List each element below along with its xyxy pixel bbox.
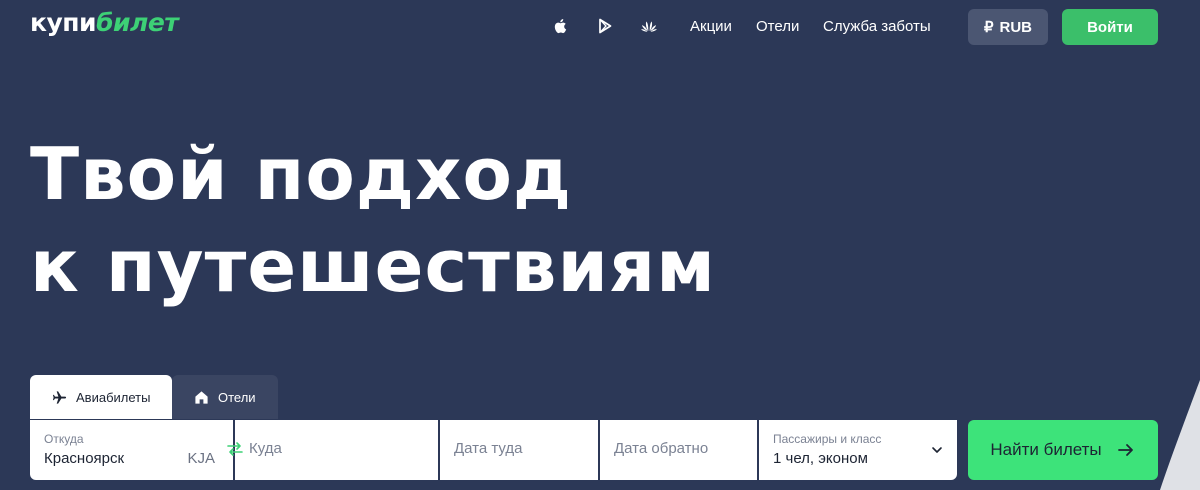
hero-title: Твой подход к путешествиям (30, 128, 716, 312)
from-field[interactable]: Откуда Красноярск KJA (30, 420, 233, 480)
huawei-icon[interactable] (639, 16, 659, 36)
airplane-icon (52, 390, 67, 405)
return-placeholder: Дата обратно (614, 440, 709, 457)
decorative-shape (1160, 380, 1200, 490)
search-button-label: Найти билеты (990, 440, 1102, 459)
from-airport-code: KJA (187, 450, 215, 467)
tab-flights-label: Авиабилеты (76, 389, 151, 405)
ruble-icon: ₽ (983, 19, 994, 36)
depart-date-field[interactable]: Дата туда (440, 420, 598, 480)
google-play-icon[interactable] (595, 16, 615, 36)
passengers-value: 1 чел, эконом (773, 450, 868, 467)
nav-hotels[interactable]: Отели (756, 18, 799, 35)
logo-text-part1: купи (30, 8, 97, 37)
nav-support[interactable]: Служба заботы (823, 18, 931, 35)
currency-button[interactable]: ₽ RUB (968, 9, 1048, 45)
tab-hotels[interactable]: Отели (172, 375, 278, 419)
depart-placeholder: Дата туда (454, 440, 523, 457)
logo[interactable]: купибилет (30, 8, 179, 37)
home-icon (194, 390, 209, 405)
from-label: Откуда (44, 432, 84, 446)
chevron-down-icon (931, 444, 943, 456)
swap-arrows-icon[interactable] (226, 440, 244, 458)
login-button[interactable]: Войти (1062, 9, 1158, 45)
to-field[interactable]: Куда (235, 420, 438, 480)
hero-title-line1: Твой подход (30, 132, 573, 216)
tab-hotels-label: Отели (218, 389, 256, 405)
to-placeholder: Куда (249, 440, 282, 457)
apple-icon[interactable] (551, 16, 571, 36)
search-tickets-button[interactable]: Найти билеты (968, 420, 1158, 480)
nav-promotions[interactable]: Акции (690, 18, 732, 35)
hero-title-line2: к путешествиям (30, 224, 716, 308)
logo-text-part2: билет (96, 8, 179, 37)
tab-flights[interactable]: Авиабилеты (30, 375, 172, 419)
from-value: Красноярск (44, 450, 125, 467)
header: купибилет Акции Отели Служба заботы ₽ RU… (0, 0, 1200, 55)
currency-code: RUB (999, 18, 1033, 36)
return-date-field[interactable]: Дата обратно (600, 420, 757, 480)
arrow-right-icon (1116, 440, 1136, 460)
search-tabs: Авиабилеты Отели (30, 375, 278, 419)
passengers-field[interactable]: Пассажиры и класс 1 чел, эконом (759, 420, 957, 480)
passengers-label: Пассажиры и класс (773, 432, 882, 446)
